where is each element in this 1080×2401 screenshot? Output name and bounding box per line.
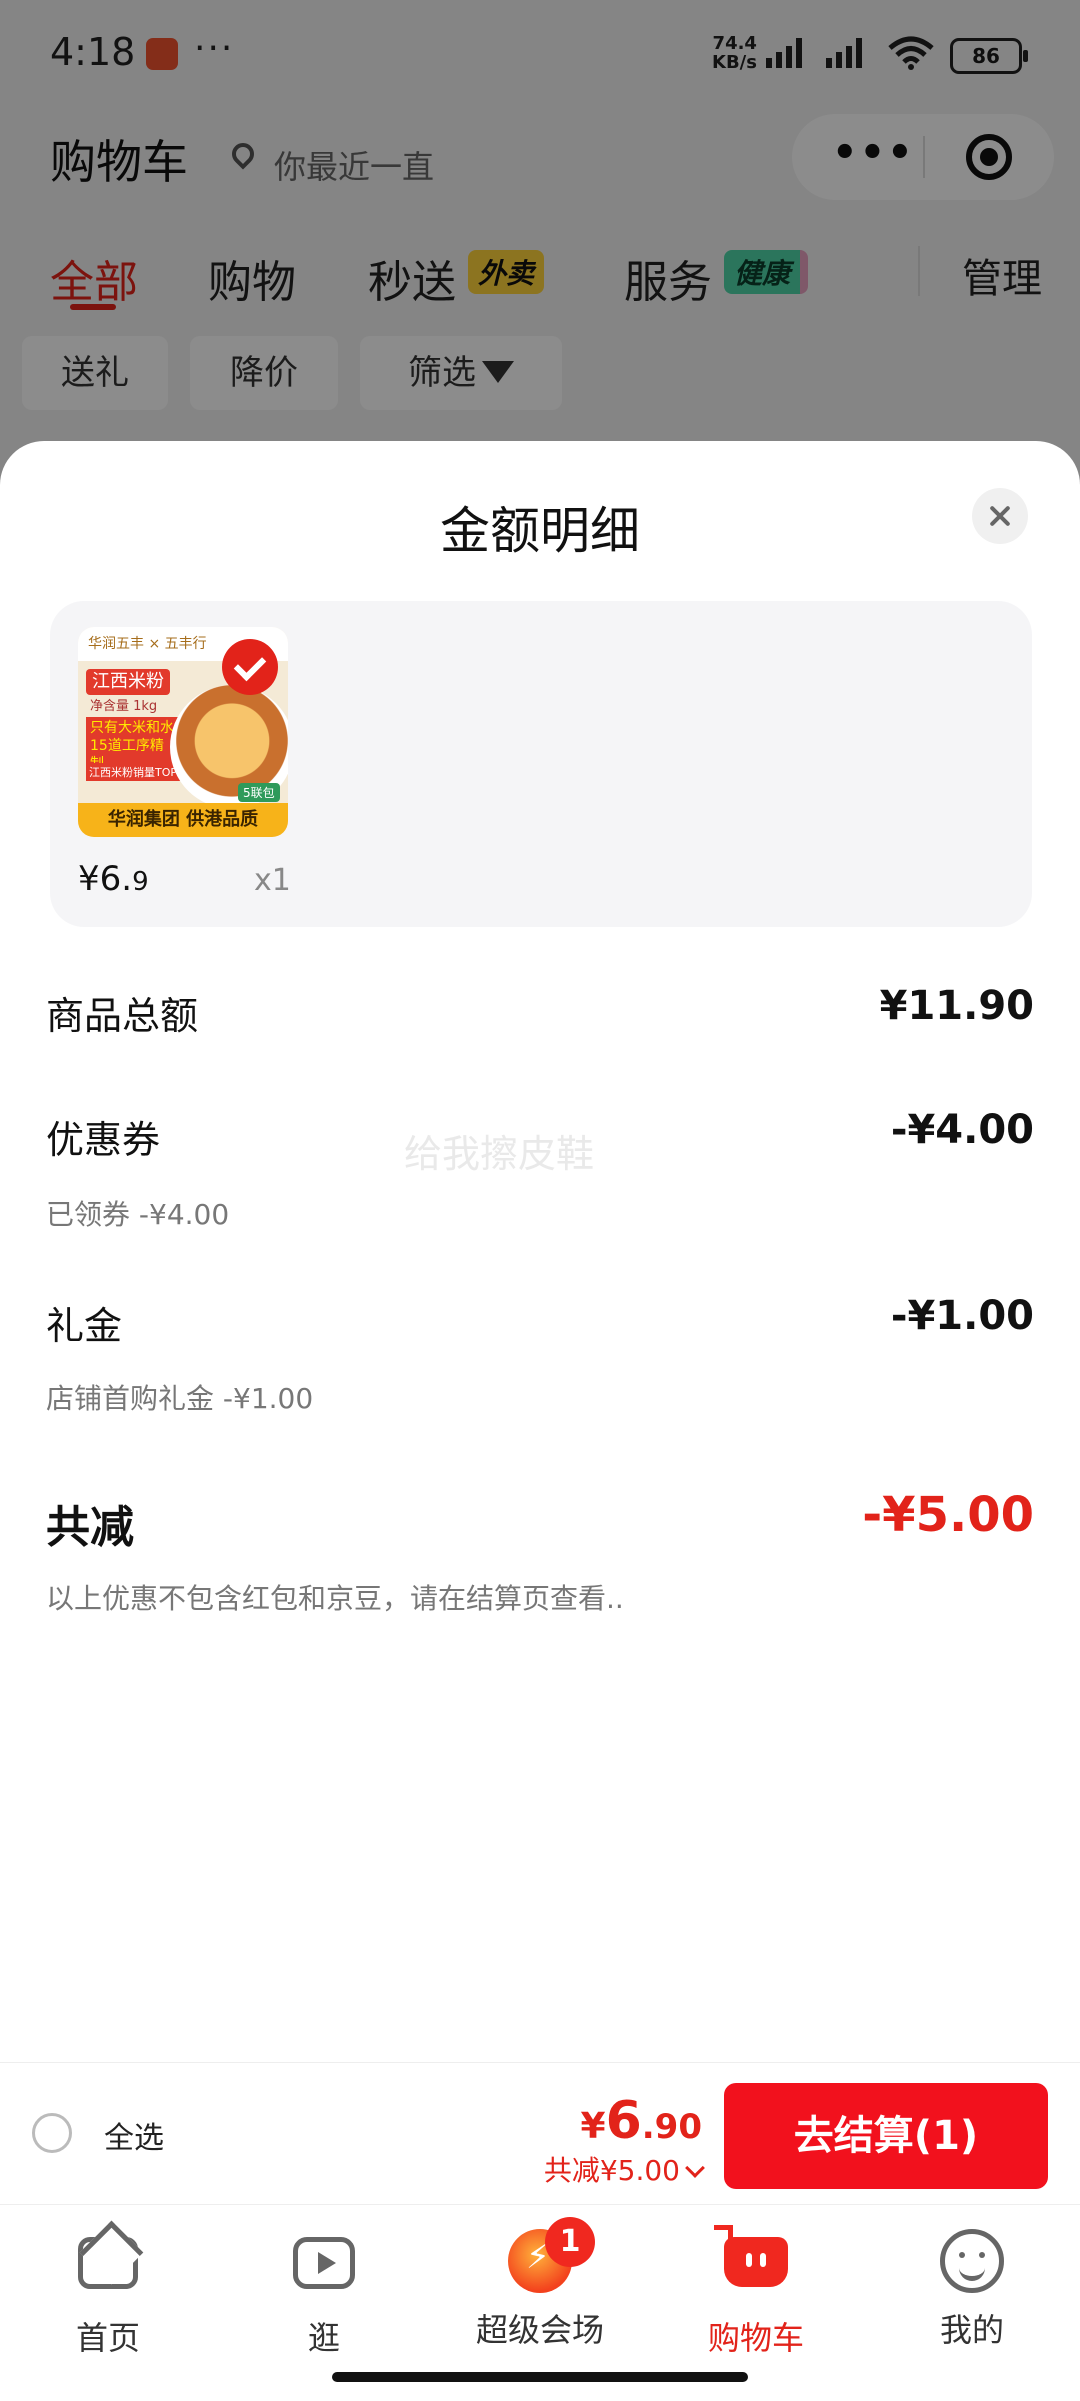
nav-cart[interactable]: 购物车 — [648, 2225, 864, 2359]
nav-profile[interactable]: 我的 — [864, 2225, 1080, 2351]
selected-check-icon — [222, 639, 278, 695]
nav-home[interactable]: 首页 — [0, 2225, 216, 2359]
gift-money-detail: 店铺首购礼金 -¥1.00 — [46, 1382, 314, 1415]
product-card: 华润五丰 × 五丰行 江西米粉 净含量 1kg 只有大米和水 15道工序精制 江… — [50, 601, 1032, 927]
nav-browse[interactable]: 逛 — [216, 2225, 432, 2359]
home-icon — [78, 2237, 138, 2289]
subtotal-label: 商品总额 — [46, 994, 199, 1038]
product-image-claim1: 只有大米和水 — [90, 720, 174, 736]
product-image[interactable]: 华润五丰 × 五丰行 江西米粉 净含量 1kg 只有大米和水 15道工序精制 江… — [78, 627, 288, 837]
product-image-claim3: 江西米粉销量TOP1 — [86, 763, 188, 781]
total-price: ¥6.90 — [581, 2091, 702, 2151]
product-image-name: 江西米粉 — [86, 669, 170, 695]
gift-money-label: 礼金 — [46, 1304, 123, 1348]
total-discount-value: -¥5.00 — [862, 1487, 1034, 1543]
checkout-bar: 全选 ¥6.90 共减¥5.00 去结算(1) — [0, 2062, 1080, 2205]
watermark: 给我擦皮鞋 — [404, 1132, 595, 1176]
close-icon[interactable] — [972, 488, 1028, 544]
coupon-label: 优惠券 — [46, 1118, 161, 1162]
product-price-int: ¥6. — [78, 859, 133, 899]
nav-browse-label: 逛 — [307, 2319, 340, 2357]
saved-amount: 共减¥5.00 — [543, 2154, 680, 2187]
sheet-title: 金额明细 — [440, 502, 640, 560]
total-discount-label: 共减 — [46, 1502, 134, 1553]
product-image-weight: 净含量 1kg — [90, 699, 158, 714]
nav-profile-label: 我的 — [939, 2311, 1004, 2349]
product-image-pack: 5联包 — [238, 783, 280, 802]
home-indicator[interactable] — [332, 2372, 748, 2382]
chevron-down-icon — [685, 2158, 705, 2178]
select-all-radio[interactable] — [32, 2113, 72, 2153]
cart-icon — [714, 2225, 788, 2287]
coupon-detail: 已领券 -¥4.00 — [46, 1198, 230, 1231]
total-price-dec: .90 — [641, 2107, 702, 2147]
product-image-footer: 华润集团 供港品质 — [78, 803, 288, 837]
nav-home-label: 首页 — [75, 2319, 140, 2357]
saved-amount-toggle[interactable]: 共减¥5.00 — [543, 2149, 705, 2189]
product-quantity: x1 — [254, 863, 291, 898]
subtotal-value: ¥11.90 — [879, 983, 1034, 1029]
nav-cart-label: 购物车 — [707, 2319, 804, 2357]
total-price-int: 6 — [605, 2091, 642, 2151]
product-price-dec: 9 — [132, 867, 149, 897]
product-price: ¥6.9 — [78, 859, 149, 899]
video-icon — [293, 2237, 355, 2289]
gift-money-value: -¥1.00 — [890, 1293, 1034, 1339]
total-price-symbol: ¥ — [580, 2106, 606, 2147]
nav-super-venue[interactable]: 1 超级会场 — [432, 2217, 648, 2351]
notification-badge: 1 — [545, 2217, 595, 2267]
discount-note: 以上优惠不包含红包和京豆，请在结算页查看.. — [46, 1582, 624, 1615]
nav-super-venue-label: 超级会场 — [475, 2311, 604, 2349]
select-all-label[interactable]: 全选 — [104, 2113, 164, 2157]
profile-icon — [940, 2229, 1004, 2293]
coupon-value: -¥4.00 — [890, 1107, 1034, 1153]
checkout-button[interactable]: 去结算(1) — [724, 2083, 1048, 2189]
